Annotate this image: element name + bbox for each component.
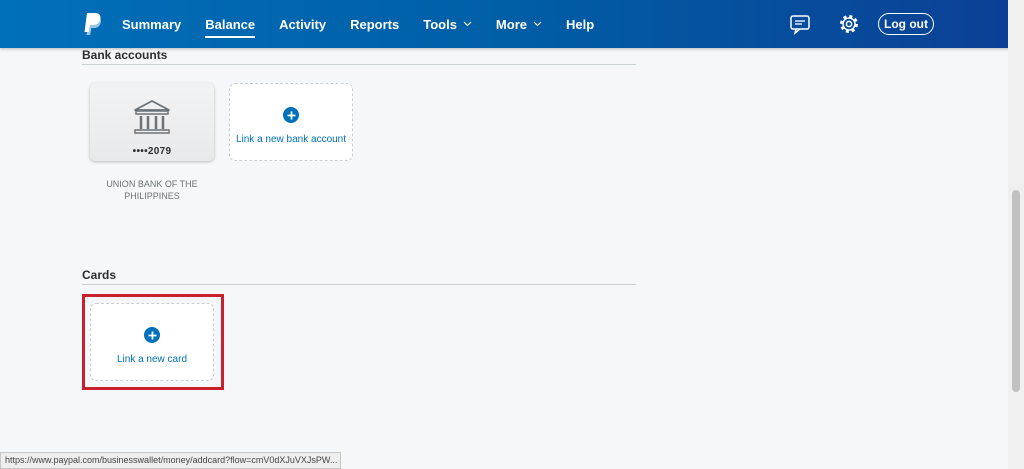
bank-account-number: ••••2079	[132, 146, 172, 157]
top-navigation-bar: Summary Balance Activity Reports Tools M…	[0, 0, 1024, 48]
nav-summary[interactable]: Summary	[122, 0, 181, 48]
nav-help[interactable]: Help	[566, 0, 594, 48]
nav-summary-label: Summary	[122, 16, 182, 32]
link-new-card-button[interactable]: Link a new card	[90, 303, 214, 381]
status-bar-url: https://www.paypal.com/businesswallet/mo…	[0, 452, 341, 469]
nav-activity-label: Activity	[279, 16, 327, 32]
chevron-down-icon	[533, 21, 542, 27]
bank-account-name: UNION BANK OF THE PHILIPPINES	[106, 179, 198, 201]
message-center-icon[interactable]	[789, 13, 811, 35]
link-bank-account-button[interactable]: Link a new bank account	[229, 83, 353, 161]
nav-more-label: More	[495, 16, 527, 32]
nav-help-label: Help	[565, 16, 595, 32]
plus-icon	[144, 327, 160, 343]
main-nav: Summary Balance Activity Reports Tools M…	[122, 0, 618, 48]
bank-accounts-heading: Bank accounts	[82, 48, 168, 62]
logout-button[interactable]: Log out	[878, 13, 934, 35]
nav-reports-label: Reports	[350, 16, 400, 32]
plus-icon	[283, 107, 299, 123]
nav-balance[interactable]: Balance	[205, 0, 255, 48]
cards-divider	[82, 284, 636, 285]
paypal-logo-icon[interactable]	[80, 12, 102, 36]
bank-accounts-divider	[82, 64, 636, 65]
nav-tools-label: Tools	[423, 16, 457, 32]
bank-icon	[134, 100, 170, 134]
nav-balance-label: Balance	[205, 16, 256, 32]
bank-account-card[interactable]: ••••2079	[90, 83, 214, 161]
chevron-down-icon	[463, 21, 472, 27]
link-bank-account-label: Link a new bank account	[235, 134, 347, 145]
nav-reports[interactable]: Reports	[350, 0, 399, 48]
link-new-card-label: Link a new card	[116, 354, 188, 365]
nav-tools[interactable]: Tools	[423, 0, 472, 48]
vertical-scrollbar[interactable]	[1008, 0, 1024, 469]
gear-icon[interactable]	[838, 13, 860, 35]
nav-activity[interactable]: Activity	[279, 0, 326, 48]
cards-heading: Cards	[82, 268, 117, 282]
nav-more[interactable]: More	[496, 0, 542, 48]
scrollbar-thumb[interactable]	[1012, 190, 1020, 392]
